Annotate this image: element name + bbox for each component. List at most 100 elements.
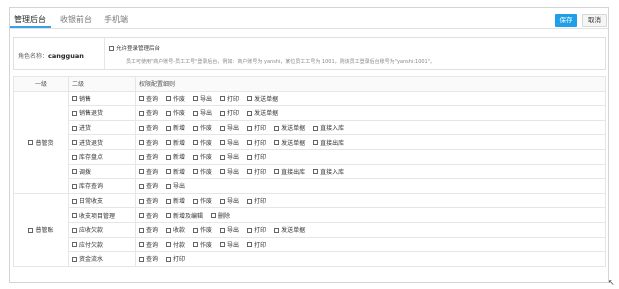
permission-checkbox[interactable] xyxy=(247,110,253,116)
permission-checkbox[interactable] xyxy=(166,125,172,131)
permission-option[interactable]: 作废 xyxy=(193,167,212,176)
module-cell[interactable]: 日常收支 xyxy=(68,192,136,209)
permission-checkbox[interactable] xyxy=(193,96,199,102)
permission-option[interactable]: 导出 xyxy=(220,167,239,176)
permission-option[interactable]: 发送单据 xyxy=(247,108,278,117)
permission-checkbox[interactable] xyxy=(139,183,144,189)
group-checkbox[interactable] xyxy=(28,227,34,233)
permission-option[interactable]: 查询 xyxy=(139,108,158,117)
permission-checkbox[interactable] xyxy=(211,213,217,219)
permission-option[interactable]: 打印 xyxy=(247,138,266,147)
permission-checkbox[interactable] xyxy=(220,227,226,233)
group-checkbox[interactable] xyxy=(28,140,34,146)
permission-checkbox[interactable] xyxy=(139,169,144,175)
cancel-button[interactable]: 取消 xyxy=(582,14,607,27)
permission-option[interactable]: 作废 xyxy=(193,196,212,205)
module-cell[interactable]: 进货 xyxy=(68,119,136,136)
permission-checkbox[interactable] xyxy=(220,198,226,204)
permission-option[interactable]: 打印 xyxy=(247,196,266,205)
permission-checkbox[interactable] xyxy=(247,227,253,233)
permission-checkbox[interactable] xyxy=(247,96,253,102)
module-checkbox[interactable] xyxy=(72,125,77,131)
permission-option[interactable]: 发送单据 xyxy=(274,123,305,132)
permission-checkbox[interactable] xyxy=(139,256,144,262)
permission-option[interactable]: 直接入库 xyxy=(313,167,344,176)
module-cell[interactable]: 销售退货 xyxy=(68,105,136,121)
permission-option[interactable]: 打印 xyxy=(220,108,239,117)
module-checkbox[interactable] xyxy=(72,183,77,189)
permission-checkbox[interactable] xyxy=(166,242,172,248)
permission-checkbox[interactable] xyxy=(139,140,144,146)
permission-checkbox[interactable] xyxy=(220,125,226,131)
permission-option[interactable]: 打印 xyxy=(220,94,239,103)
permission-option[interactable]: 导出 xyxy=(220,240,239,249)
permission-checkbox[interactable] xyxy=(247,140,253,146)
module-cell[interactable]: 进货退货 xyxy=(68,134,136,150)
permission-option[interactable]: 查询 xyxy=(139,254,158,263)
permission-checkbox[interactable] xyxy=(166,183,172,189)
permission-checkbox[interactable] xyxy=(220,242,226,248)
permission-checkbox[interactable] xyxy=(220,169,226,175)
permission-checkbox[interactable] xyxy=(166,110,172,116)
module-checkbox[interactable] xyxy=(72,169,77,175)
module-cell[interactable]: 应付欠款 xyxy=(68,236,136,253)
allow-backend-login-checkbox[interactable] xyxy=(109,45,114,51)
module-checkbox[interactable] xyxy=(72,256,77,262)
permission-option[interactable]: 查询 xyxy=(139,240,158,249)
permission-option[interactable]: 发送单据 xyxy=(274,138,305,147)
permission-option[interactable]: 导出 xyxy=(220,138,239,147)
permission-option[interactable]: 导出 xyxy=(220,225,239,234)
group-cell[interactable]: 普管账 xyxy=(13,192,69,267)
permission-checkbox[interactable] xyxy=(166,198,172,204)
permission-option[interactable]: 新增 xyxy=(166,152,185,161)
permission-option[interactable]: 查询 xyxy=(139,152,158,161)
module-checkbox[interactable] xyxy=(72,198,77,204)
permission-checkbox[interactable] xyxy=(193,154,199,160)
permission-checkbox[interactable] xyxy=(220,110,226,116)
permission-checkbox[interactable] xyxy=(139,154,144,160)
permission-checkbox[interactable] xyxy=(274,140,280,146)
permission-option[interactable]: 打印 xyxy=(247,240,266,249)
group-cell[interactable]: 普管货 xyxy=(13,90,69,194)
permission-option[interactable]: 新增 xyxy=(166,138,185,147)
permission-checkbox[interactable] xyxy=(139,213,144,219)
tab-cashier-frontend[interactable]: 收银前台 xyxy=(60,14,92,25)
allow-backend-login-option[interactable]: 允许登录管理后台 xyxy=(109,44,160,52)
permission-checkbox[interactable] xyxy=(139,198,144,204)
permission-option[interactable]: 导出 xyxy=(220,196,239,205)
permission-option[interactable]: 作废 xyxy=(193,138,212,147)
permission-checkbox[interactable] xyxy=(193,125,199,131)
permission-option[interactable]: 打印 xyxy=(247,225,266,234)
permission-checkbox[interactable] xyxy=(220,96,226,102)
permission-option[interactable]: 打印 xyxy=(166,254,185,263)
permission-checkbox[interactable] xyxy=(193,227,199,233)
permission-checkbox[interactable] xyxy=(247,154,253,160)
module-checkbox[interactable] xyxy=(72,154,77,160)
permission-option[interactable]: 查询 xyxy=(139,181,158,190)
permission-option[interactable]: 打印 xyxy=(247,123,266,132)
module-checkbox[interactable] xyxy=(72,96,77,102)
module-cell[interactable]: 销售 xyxy=(68,90,136,107)
permission-option[interactable]: 作废 xyxy=(193,240,212,249)
permission-option[interactable]: 查询 xyxy=(139,225,158,234)
module-checkbox[interactable] xyxy=(72,227,77,233)
permission-option[interactable]: 作废 xyxy=(166,108,185,117)
permission-checkbox[interactable] xyxy=(193,169,199,175)
permission-option[interactable]: 查询 xyxy=(139,123,158,132)
module-checkbox[interactable] xyxy=(72,213,77,219)
permission-checkbox[interactable] xyxy=(166,213,172,219)
permission-option[interactable]: 作废 xyxy=(166,94,185,103)
permission-option[interactable]: 删除 xyxy=(211,211,230,220)
permission-checkbox[interactable] xyxy=(139,242,144,248)
permission-checkbox[interactable] xyxy=(220,154,226,160)
tab-mobile[interactable]: 手机端 xyxy=(104,14,128,25)
permission-checkbox[interactable] xyxy=(274,227,280,233)
permission-option[interactable]: 付款 xyxy=(166,240,185,249)
permission-option[interactable]: 新增 xyxy=(166,196,185,205)
permission-option[interactable]: 导出 xyxy=(220,152,239,161)
permission-option[interactable]: 作废 xyxy=(193,152,212,161)
permission-checkbox[interactable] xyxy=(139,227,144,233)
save-button[interactable]: 保存 xyxy=(555,14,577,27)
permission-checkbox[interactable] xyxy=(247,242,253,248)
permission-option[interactable]: 查询 xyxy=(139,211,158,220)
